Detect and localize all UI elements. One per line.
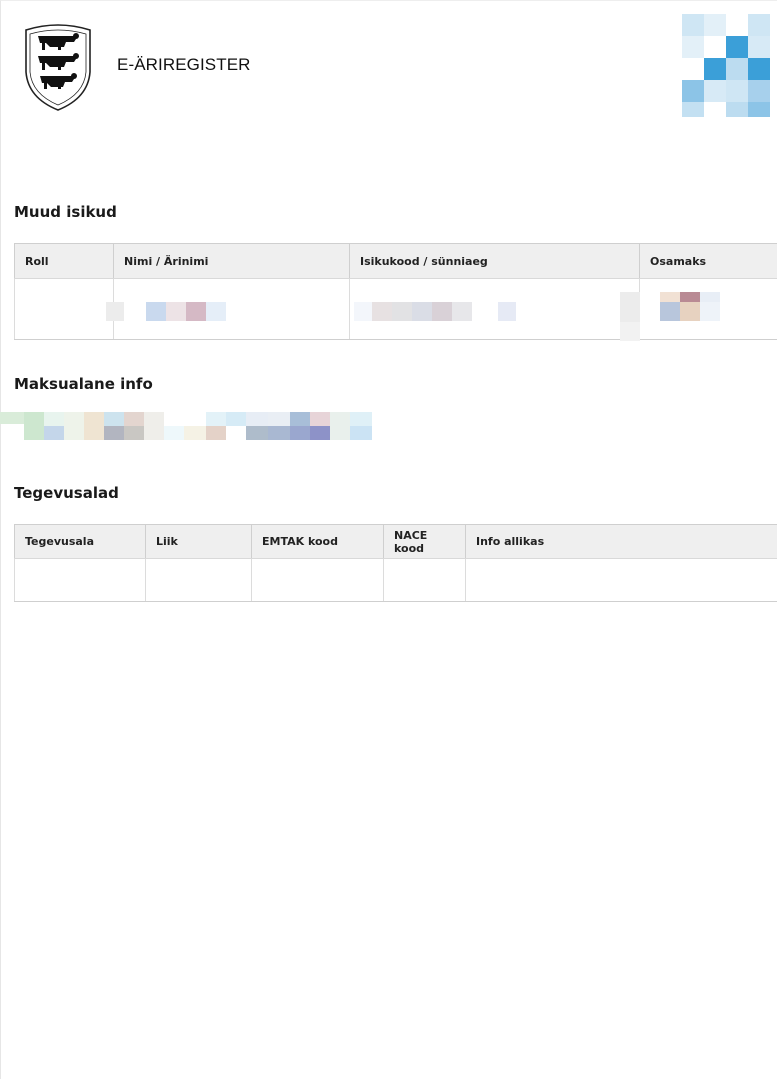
table-cell [465,558,777,602]
column-header-share: Osamaks [639,243,777,279]
column-header-type: Liik [145,524,252,559]
section-title-activities: Tegevusalad [14,484,119,502]
activities-table: Tegevusala Liik EMTAK kood NACE kood Inf… [14,524,777,602]
column-header-info-source: Info allikas [465,524,777,559]
table-cell [145,558,252,602]
column-header-emtak-code: EMTAK kood [251,524,384,559]
column-header-role: Roll [14,243,114,279]
table-cell [14,558,146,602]
column-header-name: Nimi / Ärinimi [113,243,350,279]
coat-of-arms-icon [25,24,91,111]
column-header-activity: Tegevusala [14,524,146,559]
section-title-tax-info: Maksualane info [14,375,153,393]
brand-title: E-ÄRIREGISTER [117,55,251,74]
registry-mosaic-logo-icon [680,14,777,117]
column-header-nace-code: NACE kood [383,524,466,559]
table-cell [383,558,466,602]
table-cell [14,278,114,340]
section-title-other-persons: Muud isikud [14,203,117,221]
table-row [14,558,777,602]
table-cell [251,558,384,602]
column-header-id-code: Isikukood / sünniaeg [349,243,640,279]
